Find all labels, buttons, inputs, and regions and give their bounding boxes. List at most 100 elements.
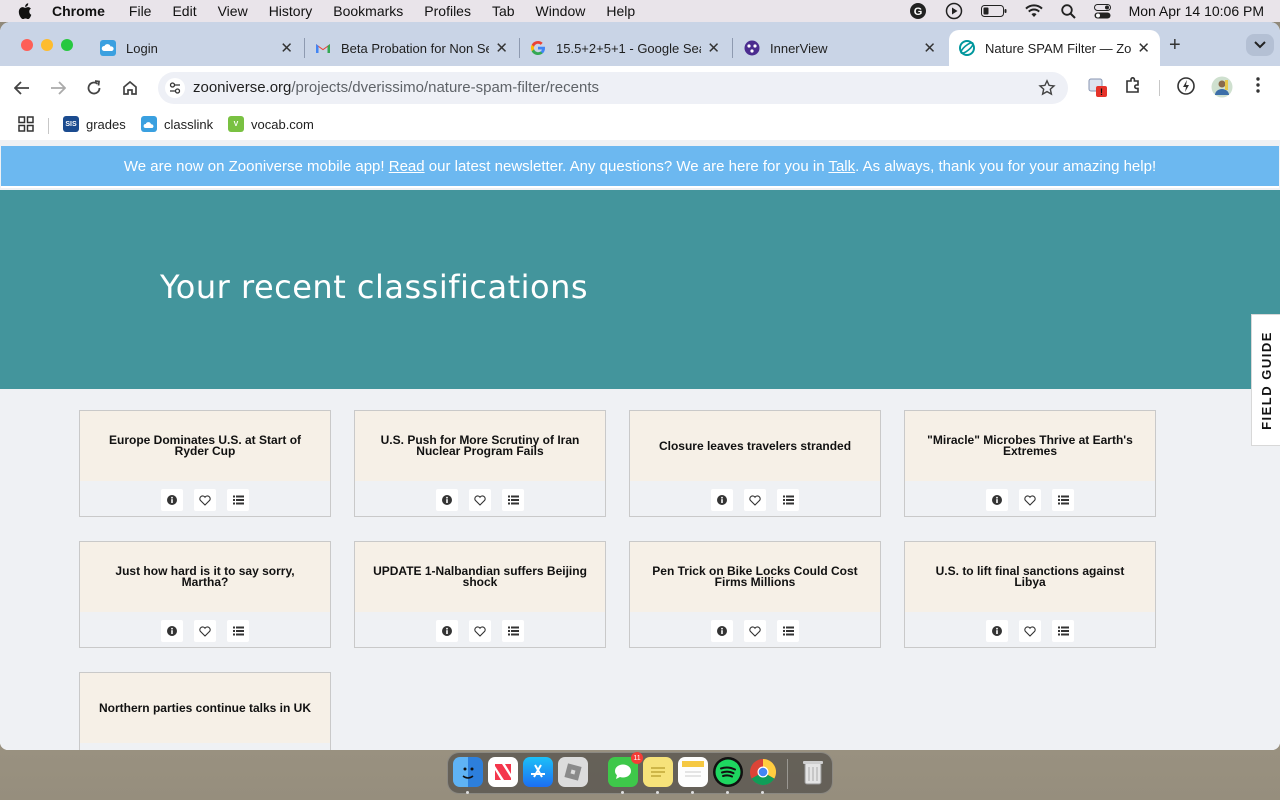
bookmark-vocab[interactable]: V vocab.com	[228, 116, 314, 132]
apps-grid-icon[interactable]	[18, 116, 34, 132]
tab-gmail[interactable]: Beta Probation for Non Se ✕	[305, 30, 518, 66]
info-icon[interactable]	[711, 620, 733, 642]
tab-google-search[interactable]: 15.5+2+5+1 - Google Sea ✕	[520, 30, 730, 66]
notes-icon[interactable]	[678, 757, 708, 787]
control-center-icon[interactable]	[1093, 3, 1111, 19]
apple-menu-icon[interactable]	[18, 3, 34, 19]
tab-nature-spam-filter[interactable]: Nature SPAM Filter — Zoo ✕	[949, 30, 1160, 66]
home-icon[interactable]	[120, 78, 140, 98]
banner-text-start: We are now on Zooniverse mobile app!	[123, 157, 389, 175]
card-title[interactable]: U.S. to lift final sanctions against Lib…	[905, 542, 1155, 612]
info-icon[interactable]	[986, 489, 1008, 511]
banner-text: We are now on Zooniverse mobile app! Rea…	[124, 158, 1156, 175]
info-icon[interactable]	[711, 489, 733, 511]
field-guide-button[interactable]: FIELD GUIDE	[1251, 314, 1280, 446]
classification-card: Europe Dominates U.S. at Start of Ryder …	[79, 410, 331, 517]
close-tab-icon[interactable]: ✕	[495, 39, 508, 57]
tab-innerview[interactable]: InnerView ✕	[734, 30, 946, 66]
newsletter-link[interactable]: Read	[389, 158, 425, 175]
spotlight-search-icon[interactable]	[1060, 3, 1076, 19]
add-to-collection-icon[interactable]	[1052, 489, 1074, 511]
battery-icon[interactable]	[980, 5, 1007, 17]
card-title[interactable]: Closure leaves travelers stranded	[630, 411, 880, 481]
card-title[interactable]: Just how hard is it to say sorry, Martha…	[80, 542, 330, 612]
news-icon[interactable]	[488, 757, 518, 787]
menu-window[interactable]: Window	[536, 3, 586, 19]
card-title[interactable]: Europe Dominates U.S. at Start of Ryder …	[80, 411, 330, 481]
performance-icon[interactable]	[1176, 76, 1196, 96]
minimize-window-button[interactable]	[41, 39, 53, 51]
close-tab-icon[interactable]: ✕	[707, 39, 720, 57]
chrome-menu-icon[interactable]	[1250, 76, 1266, 94]
spotify-icon[interactable]	[713, 757, 743, 787]
favorite-heart-icon[interactable]	[744, 489, 766, 511]
menu-file[interactable]: File	[129, 3, 152, 19]
tab-login[interactable]: Login ✕	[90, 30, 303, 66]
tab-divider	[732, 38, 733, 58]
stickies-icon[interactable]	[643, 757, 673, 787]
info-icon[interactable]	[986, 620, 1008, 642]
menu-app-name[interactable]: Chrome	[52, 3, 105, 19]
profile-avatar[interactable]	[1211, 76, 1233, 98]
info-icon[interactable]	[436, 620, 458, 642]
bookmark-star-icon[interactable]	[1038, 79, 1056, 102]
menu-edit[interactable]: Edit	[172, 3, 196, 19]
favorite-heart-icon[interactable]	[194, 620, 216, 642]
close-window-button[interactable]	[21, 39, 33, 51]
address-bar[interactable]: zooniverse.org/projects/dverissimo/natur…	[158, 72, 1068, 104]
info-icon[interactable]	[436, 489, 458, 511]
back-icon[interactable]	[12, 78, 32, 98]
banner-text-end: . As always, thank you for your amazing …	[855, 157, 1157, 175]
info-icon[interactable]	[161, 620, 183, 642]
zoom-window-button[interactable]	[61, 39, 73, 51]
extension-icon[interactable]: !	[1088, 76, 1110, 98]
site-info-icon[interactable]	[165, 78, 185, 98]
add-to-collection-icon[interactable]	[1052, 620, 1074, 642]
favorite-heart-icon[interactable]	[194, 489, 216, 511]
menu-tab[interactable]: Tab	[492, 3, 515, 19]
card-title[interactable]: Northern parties continue talks in UK	[80, 673, 330, 743]
wifi-icon[interactable]	[1024, 4, 1043, 18]
grammarly-icon[interactable]: G	[909, 2, 927, 20]
trash-icon[interactable]	[798, 757, 828, 787]
bookmark-classlink[interactable]: classlink	[141, 116, 213, 132]
close-tab-icon[interactable]: ✕	[280, 39, 293, 57]
card-title[interactable]: "Miracle" Microbes Thrive at Earth's Ext…	[905, 411, 1155, 481]
chrome-icon[interactable]	[748, 757, 778, 787]
menu-help[interactable]: Help	[606, 3, 635, 19]
favorite-heart-icon[interactable]	[469, 620, 491, 642]
menu-bookmarks[interactable]: Bookmarks	[333, 3, 403, 19]
favorite-heart-icon[interactable]	[744, 620, 766, 642]
app-store-icon[interactable]	[523, 757, 553, 787]
menu-profiles[interactable]: Profiles	[424, 3, 471, 19]
bookmark-grades[interactable]: SIS grades	[63, 116, 126, 132]
reload-icon[interactable]	[84, 78, 104, 98]
menu-view[interactable]: View	[218, 3, 248, 19]
forward-icon[interactable]	[48, 78, 68, 98]
favorite-heart-icon[interactable]	[1019, 489, 1041, 511]
add-to-collection-icon[interactable]	[777, 489, 799, 511]
extensions-puzzle-icon[interactable]	[1124, 76, 1142, 94]
add-to-collection-icon[interactable]	[777, 620, 799, 642]
close-tab-icon[interactable]: ✕	[1137, 39, 1150, 57]
card-title[interactable]: Pen Trick on Bike Locks Could Cost Firms…	[630, 542, 880, 612]
new-tab-icon[interactable]: +	[1169, 34, 1181, 57]
roblox-icon[interactable]	[558, 757, 588, 787]
add-to-collection-icon[interactable]	[227, 620, 249, 642]
card-title[interactable]: U.S. Push for More Scrutiny of Iran Nucl…	[355, 411, 605, 481]
info-icon[interactable]	[161, 489, 183, 511]
add-to-collection-icon[interactable]	[227, 489, 249, 511]
play-icon[interactable]	[945, 2, 963, 20]
menu-history[interactable]: History	[269, 3, 313, 19]
tab-search-icon[interactable]	[1246, 34, 1274, 56]
favorite-heart-icon[interactable]	[469, 489, 491, 511]
card-title[interactable]: UPDATE 1-Nalbandian suffers Beijing shoc…	[355, 542, 605, 612]
close-tab-icon[interactable]: ✕	[923, 39, 936, 57]
finder-icon[interactable]	[453, 757, 483, 787]
add-to-collection-icon[interactable]	[502, 620, 524, 642]
favorite-heart-icon[interactable]	[1019, 620, 1041, 642]
menu-clock[interactable]: Mon Apr 14 10:06 PM	[1129, 3, 1264, 19]
talk-link[interactable]: Talk	[828, 158, 855, 175]
messages-icon[interactable]: 11	[608, 752, 643, 787]
add-to-collection-icon[interactable]	[502, 489, 524, 511]
